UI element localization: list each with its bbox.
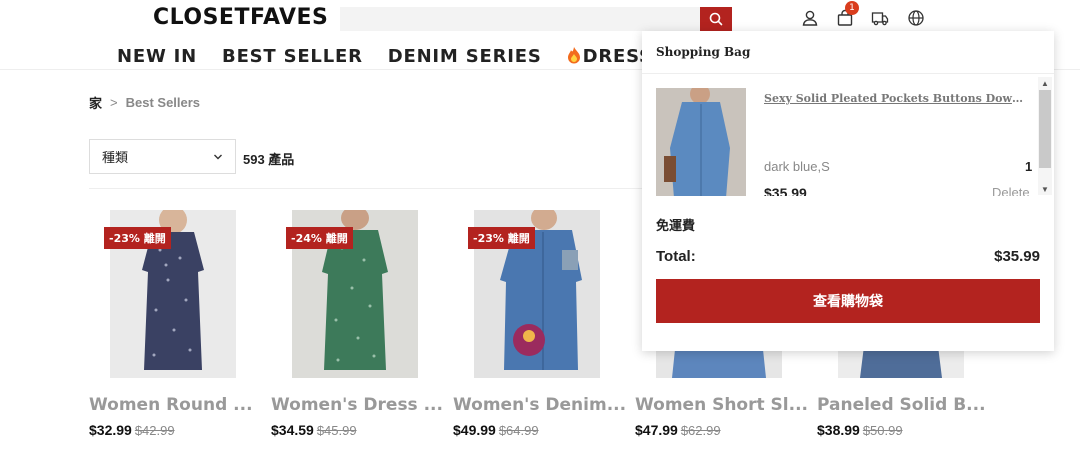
cart-item-quantity: 1 [1025,159,1033,174]
product-title[interactable]: Paneled Solid B... [817,395,993,415]
product-price: $32.99 $42.99 [89,422,175,438]
product-title[interactable]: Women's Denim... [453,395,629,415]
original-price: $62.99 [680,423,721,438]
original-price: $45.99 [316,423,357,438]
nav-item-denim-series[interactable]: DENIM SERIES [388,46,542,67]
nav-item-best-seller[interactable]: BEST SELLER [222,46,363,67]
account-button[interactable] [800,8,820,28]
current-price: $34.59 [271,422,314,438]
product-price: $47.99 $62.99 [635,422,721,438]
current-price: $38.99 [817,422,860,438]
scroll-up-arrow-icon[interactable]: ▲ [1038,77,1052,89]
product-price: $34.59 $45.99 [271,422,357,438]
discount-tag: -23% 離開 [468,227,535,249]
scroll-down-arrow-icon[interactable]: ▼ [1038,183,1052,195]
product-title[interactable]: Women's Dress ... [271,395,447,415]
discount-tag: -23% 離開 [104,227,171,249]
search-bar [340,7,732,31]
product-price: $38.99 $50.99 [817,422,903,438]
breadcrumb-home[interactable]: 家 [89,93,102,112]
original-price: $42.99 [134,423,175,438]
chevron-down-icon [214,154,222,159]
scrollbar-thumb[interactable] [1039,90,1051,168]
category-filter-select[interactable]: 種類 [89,139,236,174]
cart-item-image[interactable] [656,88,746,196]
page: CLOSETFAVES 1 NEW IN BEST SELLER DENIM S… [0,0,1080,454]
cart-title: Shopping Bag [656,45,751,59]
user-icon [802,10,818,26]
discount-tag: -24% 離開 [286,227,353,249]
cart-dropdown: Shopping Bag Sexy Solid Pleated Pockets … [642,31,1054,351]
total-label: Total: [656,248,696,265]
product-title[interactable]: Women Round ... [89,395,265,415]
current-price: $49.99 [453,422,496,438]
globe-icon [908,10,924,26]
cart-count-badge: 1 [845,1,859,15]
search-icon [709,12,723,26]
breadcrumb-current: Best Sellers [125,95,201,110]
current-price: $32.99 [89,422,132,438]
category-filter-label: 種類 [102,150,129,165]
main-nav: NEW IN BEST SELLER DENIM SERIES DRESSES [117,46,680,67]
cart-item-variant: dark blue,S [764,159,830,174]
tracking-button[interactable] [870,8,890,28]
shipping-note: 免運費 [656,218,696,233]
cart-item-price: $35.99 [764,185,807,196]
current-price: $47.99 [635,422,678,438]
cart-item: Sexy Solid Pleated Pockets Buttons Down … [656,88,1040,196]
product-title[interactable]: Women Short Sl... [635,395,811,415]
flame-icon [567,47,580,64]
divider [642,73,1054,74]
original-price: $50.99 [862,423,903,438]
total-value: $35.99 [994,248,1040,265]
delete-button[interactable]: Delete [992,185,1030,196]
cart-scrollbar[interactable]: ▲ ▼ [1038,77,1052,195]
search-button[interactable] [700,7,732,31]
truck-icon [871,12,889,26]
divider [89,188,649,189]
view-bag-button[interactable]: 查看購物袋 [656,279,1040,323]
logo[interactable]: CLOSETFAVES [153,5,328,30]
product-count: 593 產品 [243,152,295,167]
breadcrumb: 家 > Best Sellers [89,93,200,112]
language-button[interactable] [906,8,926,28]
product-price: $49.99 $64.99 [453,422,539,438]
breadcrumb-separator: > [110,95,118,110]
cart-item-name[interactable]: Sexy Solid Pleated Pockets Buttons Down … [764,92,1030,105]
original-price: $64.99 [498,423,539,438]
search-input[interactable] [340,7,700,31]
nav-item-new-in[interactable]: NEW IN [117,46,197,67]
